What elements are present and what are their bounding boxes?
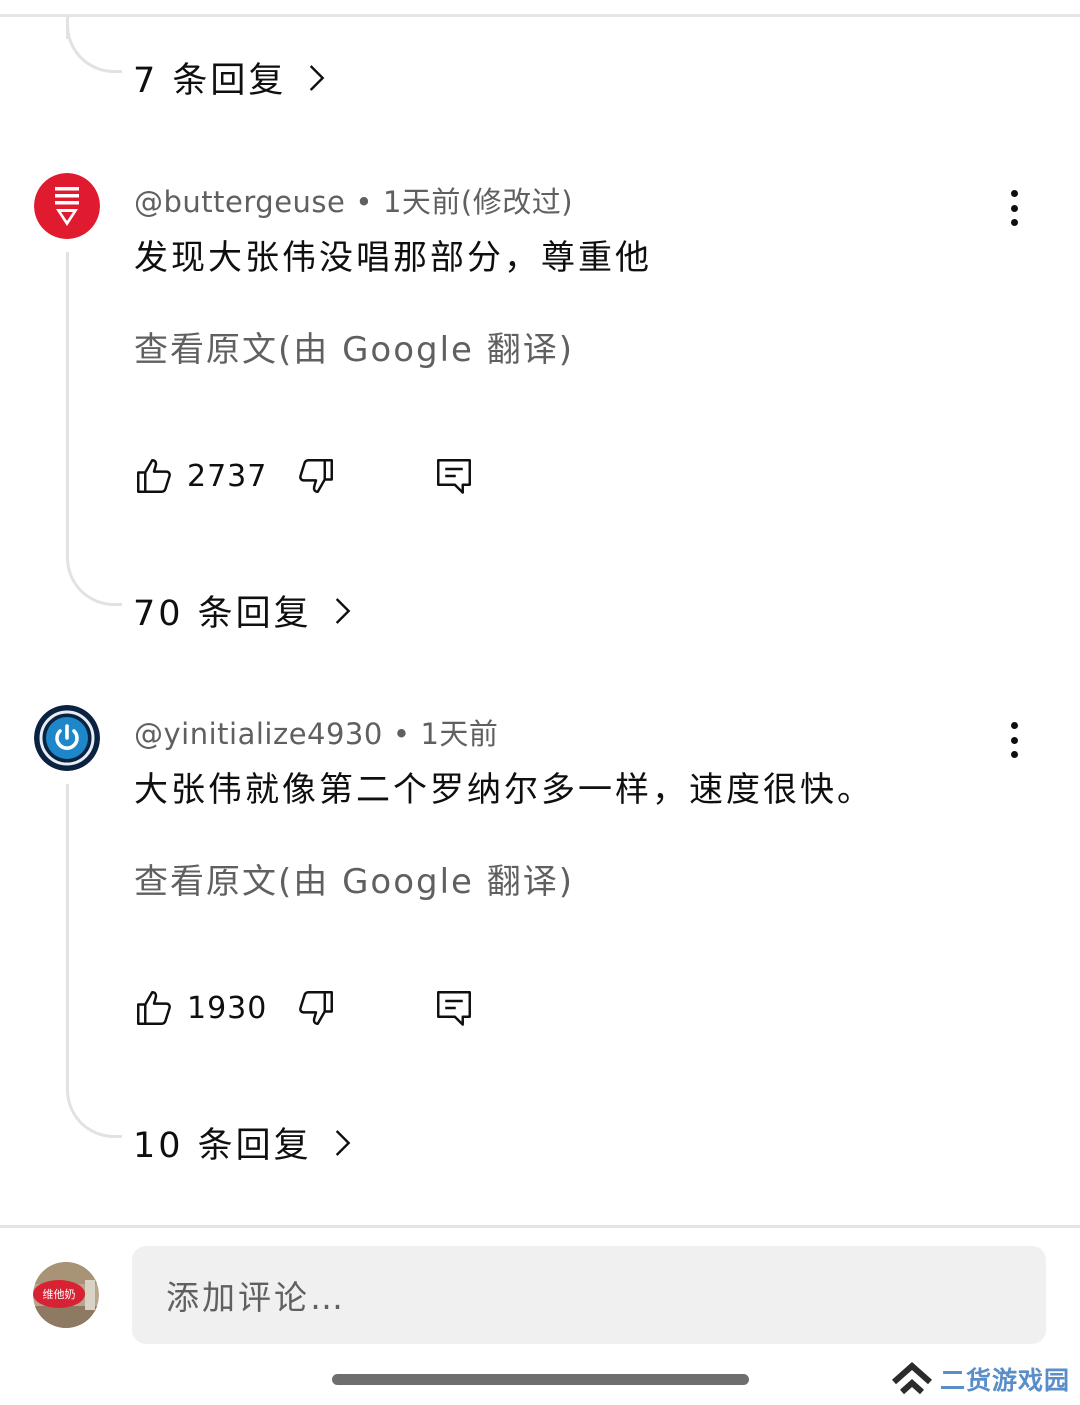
top-divider <box>0 14 1080 17</box>
timestamp: 1天前 <box>420 717 499 751</box>
composer-divider <box>0 1225 1080 1228</box>
chevron-right-icon <box>310 64 325 91</box>
replies-link[interactable]: 7 条回复 <box>133 52 332 103</box>
more-options-icon[interactable] <box>1000 188 1028 228</box>
thread-line <box>66 252 69 552</box>
meta-dot: • <box>392 717 411 751</box>
replies-count: 70 条回复 <box>133 594 312 634</box>
thread-curve <box>66 1082 122 1138</box>
avatar-logo-icon <box>34 173 100 239</box>
comment-text: 大张伟就像第二个罗纳尔多一样，速度很快。 <box>134 770 874 810</box>
home-indicator[interactable] <box>332 1374 749 1385</box>
like-count: 1930 <box>187 990 268 1026</box>
thumbs-up-icon[interactable] <box>133 455 175 497</box>
watermark-text: 二货游戏园 <box>940 1366 1071 1395</box>
watermark: 二货游戏园 <box>890 1360 1070 1398</box>
like-count: 2737 <box>187 458 268 494</box>
thread-line <box>66 784 69 1084</box>
comment-meta: @buttergeuse • 1天前(修改过) <box>134 179 573 221</box>
author-handle[interactable]: @yinitialize4930 <box>134 717 383 751</box>
my-avatar[interactable]: 维他奶 <box>33 1262 99 1328</box>
add-comment-placeholder: 添加评论… <box>166 1278 346 1317</box>
replies-count: 7 条回复 <box>133 61 287 101</box>
comment-actions: 2737 <box>133 454 475 498</box>
add-comment-input[interactable]: 添加评论… <box>132 1246 1046 1344</box>
avatar[interactable] <box>34 705 100 771</box>
replies-link[interactable]: 70 条回复 <box>133 585 358 636</box>
watermark-logo-icon <box>892 1361 932 1395</box>
more-options-icon[interactable] <box>1000 720 1028 760</box>
thread-curve <box>66 550 122 606</box>
thread-curve <box>66 17 122 73</box>
reply-icon[interactable] <box>433 455 475 497</box>
reply-icon[interactable] <box>433 987 475 1029</box>
view-original-link[interactable]: 查看原文(由 Google 翻译) <box>134 854 574 903</box>
thumbs-up-icon[interactable] <box>133 987 175 1029</box>
meta-dot: • <box>355 185 373 219</box>
chevron-right-icon <box>335 1129 351 1156</box>
timestamp: 1天前(修改过) <box>382 185 574 219</box>
comment-actions: 1930 <box>133 986 475 1030</box>
replies-count: 10 条回复 <box>133 1126 312 1166</box>
view-original-link[interactable]: 查看原文(由 Google 翻译) <box>134 322 574 371</box>
avatar[interactable] <box>34 173 100 239</box>
avatar-photo-icon: 维他奶 <box>33 1262 99 1328</box>
thumbs-down-icon[interactable] <box>295 455 337 497</box>
replies-link[interactable]: 10 条回复 <box>133 1117 358 1168</box>
comment-text: 发现大张伟没唱那部分，尊重他 <box>134 238 652 278</box>
thumbs-down-icon[interactable] <box>295 987 337 1029</box>
avatar-photo-text: 维他奶 <box>43 1287 76 1301</box>
author-handle[interactable]: @buttergeuse <box>134 185 345 219</box>
avatar-power-icon <box>34 705 100 771</box>
chevron-right-icon <box>335 597 351 624</box>
comment-meta: @yinitialize4930 • 1天前 <box>134 711 498 753</box>
